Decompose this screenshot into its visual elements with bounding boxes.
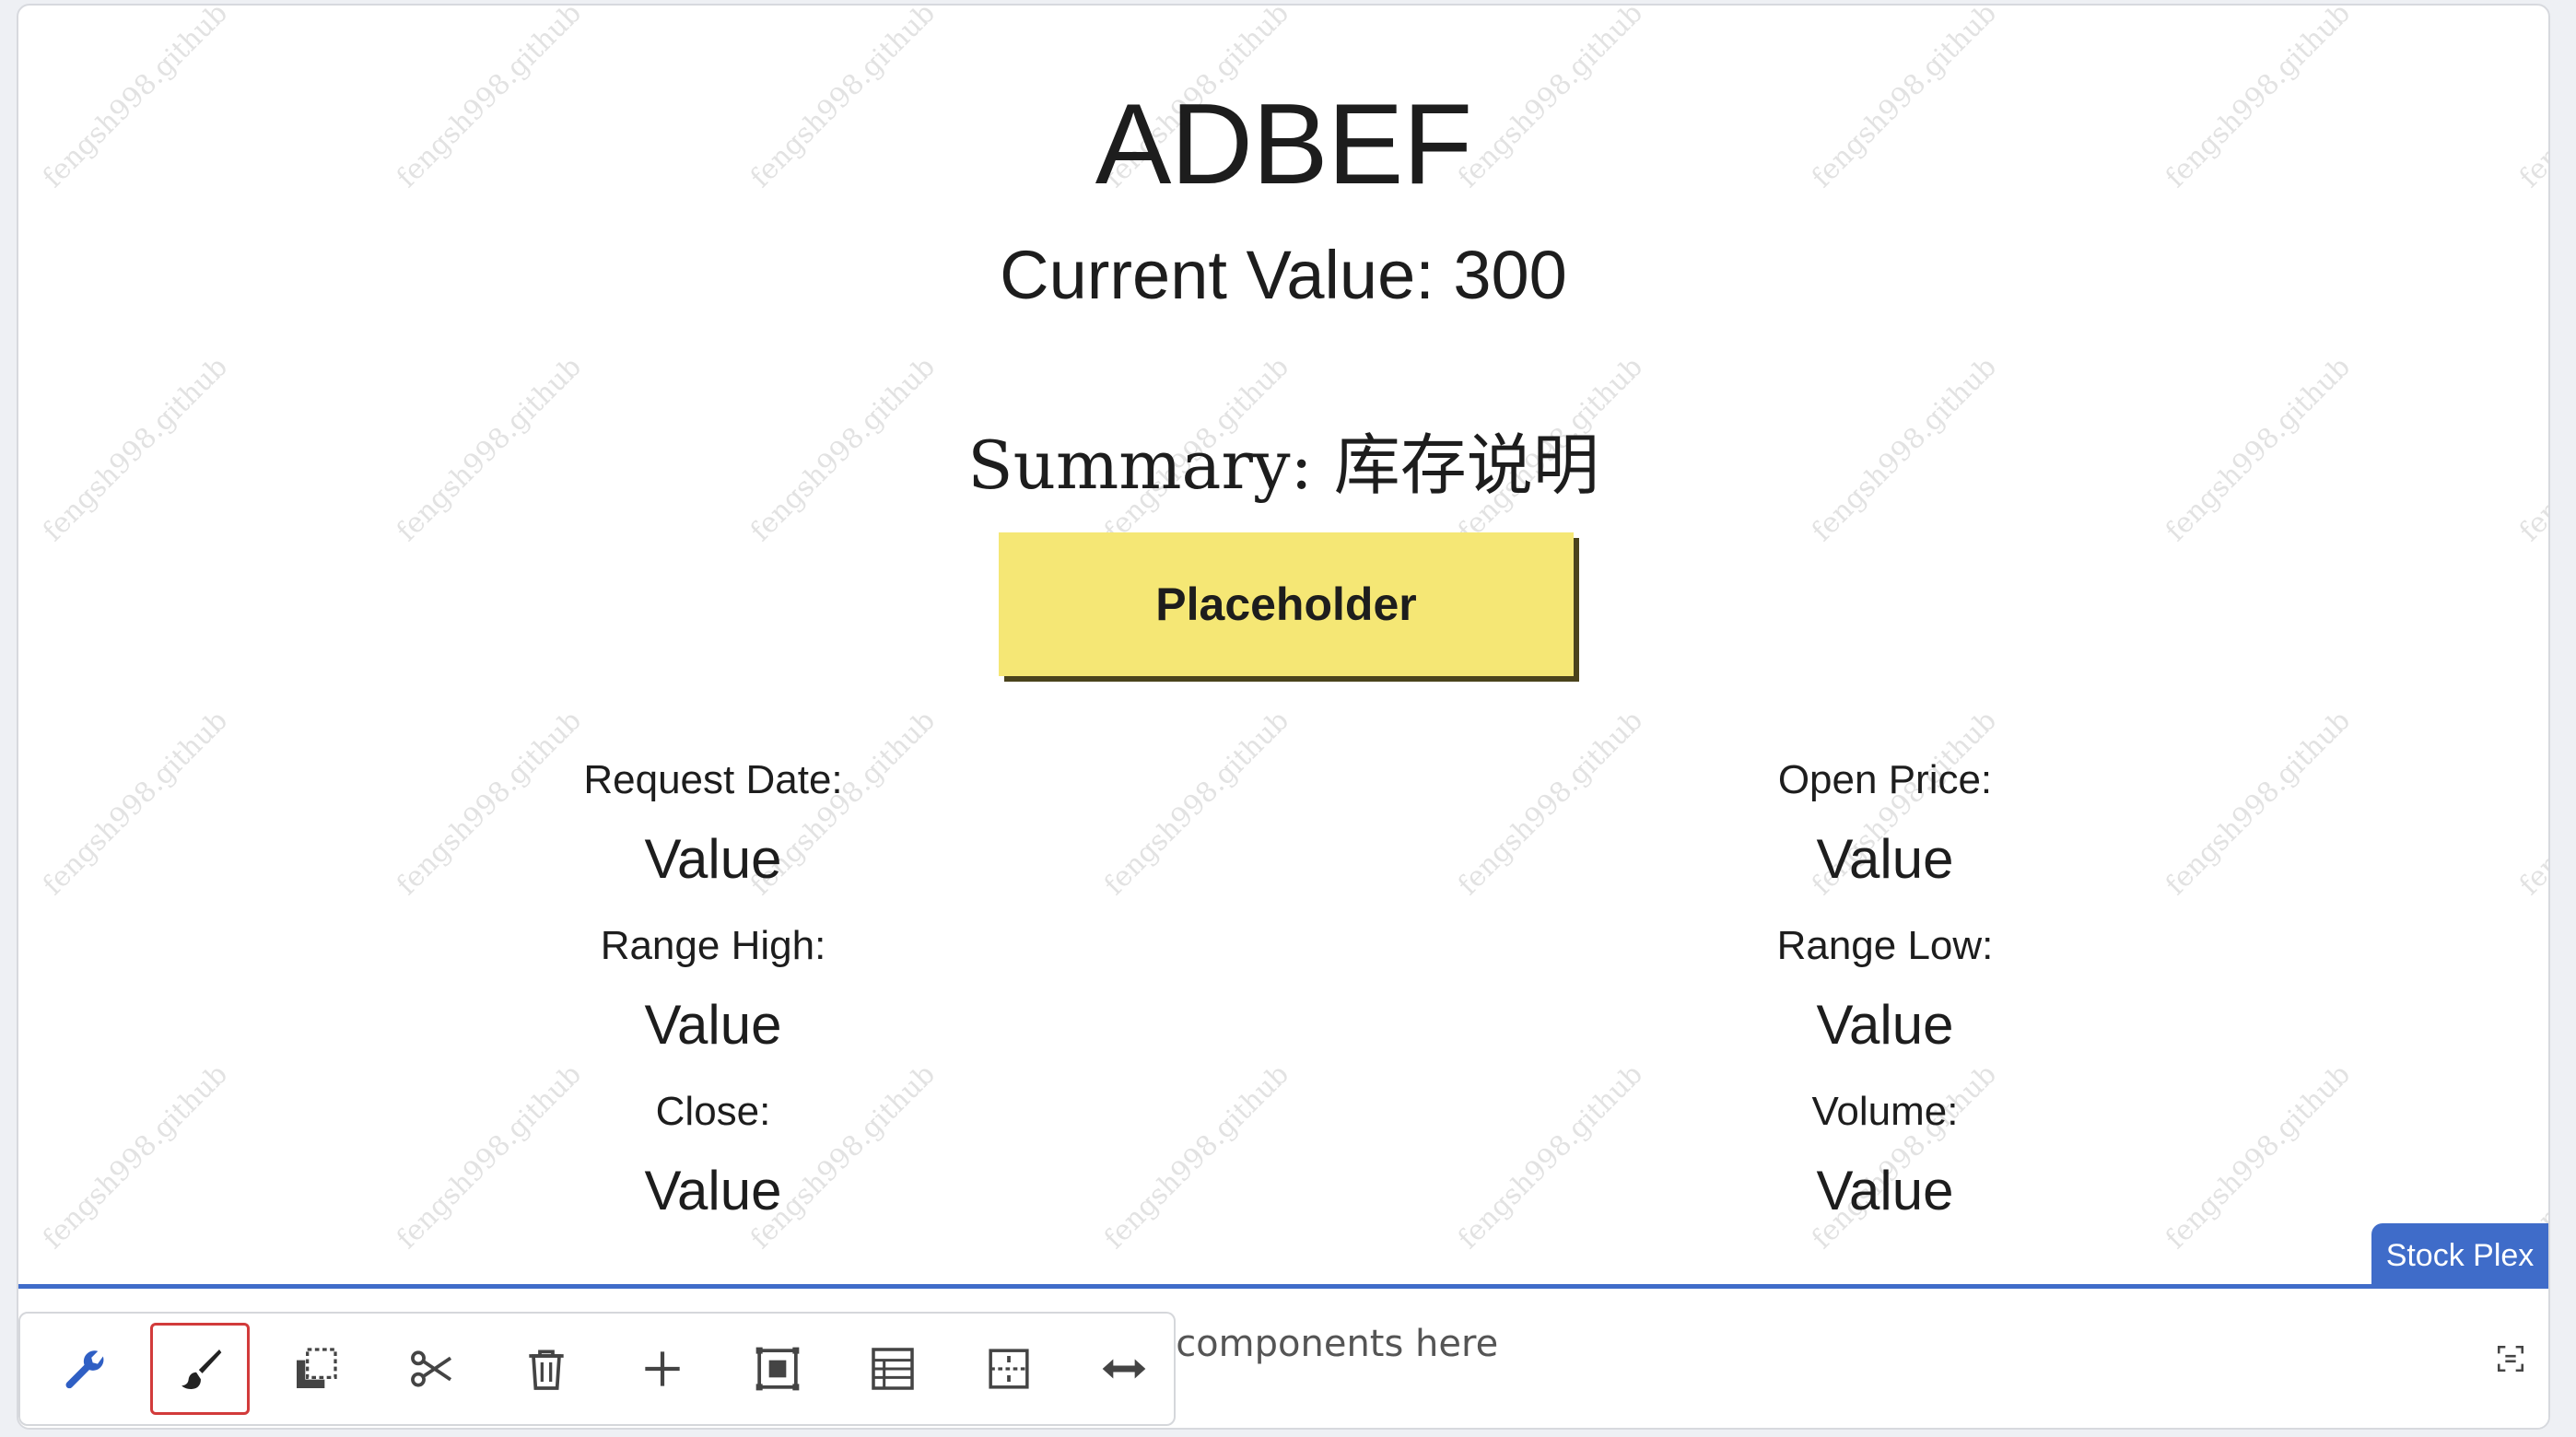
tool-brush[interactable] bbox=[150, 1323, 250, 1415]
watermark-text: fengsh998.github bbox=[2160, 1057, 2357, 1256]
table-icon bbox=[872, 1348, 915, 1390]
range-low-value: Value bbox=[1816, 994, 1954, 1056]
editor-toolbar bbox=[18, 1312, 1176, 1426]
watermark-text: fengsh998.github bbox=[2160, 704, 2357, 902]
watermark-text: fengsh998.github bbox=[1098, 1057, 1295, 1256]
stock-canvas: fengsh998.github fengsh998.github fengsh99… bbox=[18, 6, 2548, 1288]
summary-label: Summary: bbox=[967, 426, 1334, 504]
summary-text: Summary: 库存说明 bbox=[18, 411, 2548, 508]
watermark-text: fengsh998.github bbox=[391, 1057, 588, 1256]
volume-label: Volume: bbox=[1811, 1089, 1959, 1134]
current-value-text: Current Value: 300 bbox=[1000, 237, 1567, 313]
drop-hint-text: ; components here bbox=[1152, 1323, 1499, 1365]
scissors-icon bbox=[410, 1350, 451, 1387]
summary-value: 库存说明 bbox=[1333, 426, 1599, 504]
watermark-text: fengsh998.github bbox=[1098, 704, 1295, 902]
request-date-value: Value bbox=[644, 828, 782, 890]
close-label: Close: bbox=[655, 1089, 771, 1134]
open-price-label: Open Price: bbox=[1777, 757, 1993, 802]
frame-icon bbox=[755, 1347, 800, 1391]
layout-icon bbox=[989, 1349, 1029, 1389]
watermark-text: fengsh998.github bbox=[37, 1057, 234, 1256]
tool-add[interactable] bbox=[613, 1323, 711, 1415]
watermark-text: fengsh998.github bbox=[37, 704, 234, 902]
range-high-label: Range High: bbox=[600, 923, 826, 968]
watermark-text: fengsh998.github bbox=[1806, 1057, 2003, 1256]
tool-table[interactable] bbox=[844, 1323, 943, 1415]
range-low-label: Range Low: bbox=[1776, 923, 1994, 968]
open-price-value: Value bbox=[1816, 828, 1954, 890]
placeholder-button[interactable]: Placeholder bbox=[999, 532, 1574, 676]
tool-delete[interactable] bbox=[498, 1323, 596, 1415]
brush-icon bbox=[181, 1349, 222, 1390]
stock-plex-tab[interactable]: Stock Plex bbox=[2371, 1223, 2548, 1288]
watermark-text: fengsh998.github bbox=[744, 1057, 942, 1256]
copy-icon bbox=[296, 1348, 337, 1388]
tool-layout[interactable] bbox=[959, 1323, 1058, 1415]
tool-wrench[interactable] bbox=[35, 1323, 134, 1415]
range-high-value: Value bbox=[644, 994, 782, 1056]
tool-copy[interactable] bbox=[266, 1323, 365, 1415]
tool-scissors[interactable] bbox=[381, 1323, 480, 1415]
close-value: Value bbox=[644, 1160, 782, 1221]
wrench-icon bbox=[65, 1350, 104, 1389]
fit-screen-icon[interactable] bbox=[2495, 1343, 2526, 1374]
request-date-label: Request Date: bbox=[583, 757, 843, 802]
app-window: fengsh998.github fengsh998.github fengsh99… bbox=[17, 4, 2550, 1430]
watermark-text: fengsh998.github bbox=[1452, 1057, 1649, 1256]
trash-icon bbox=[529, 1349, 564, 1390]
page-title: ADBEF bbox=[1095, 81, 1472, 208]
watermark-text: fengsh998.github bbox=[2513, 704, 2548, 902]
resize-horizontal-icon bbox=[1102, 1359, 1146, 1379]
tool-resize[interactable] bbox=[1075, 1323, 1174, 1415]
tool-frame[interactable] bbox=[728, 1323, 826, 1415]
plus-icon bbox=[645, 1351, 680, 1386]
volume-value: Value bbox=[1816, 1160, 1954, 1221]
